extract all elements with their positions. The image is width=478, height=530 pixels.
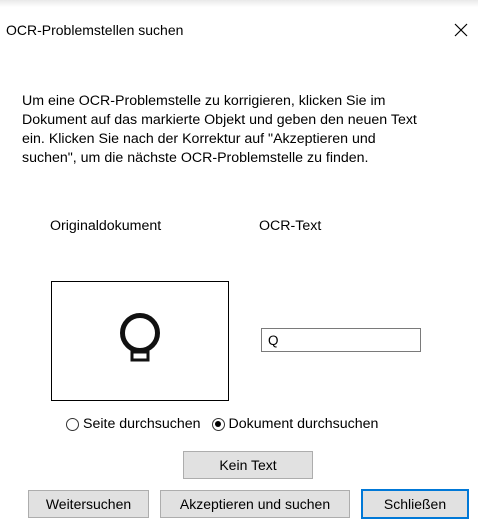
original-document-preview [51, 281, 229, 401]
radio-search-page[interactable]: Seite durchsuchen [66, 416, 201, 432]
close-button[interactable]: Schließen [361, 489, 469, 519]
lightbulb-glyph [120, 313, 160, 362]
no-text-button[interactable]: Kein Text [183, 451, 313, 479]
accept-and-search-button[interactable]: Akzeptieren und suchen [160, 490, 350, 518]
radio-search-document[interactable]: Dokument durchsuchen [211, 416, 379, 432]
radio-search-document-indicator[interactable] [211, 417, 225, 431]
radio-search-document-label: Dokument durchsuchen [228, 416, 379, 432]
original-document-label: Originaldokument [50, 218, 162, 234]
find-next-button[interactable]: Weitersuchen [28, 490, 149, 518]
close-icon[interactable] [450, 19, 472, 41]
window-top-edge [0, 0, 478, 7]
ocr-text-input[interactable] [261, 328, 421, 352]
instructions-text: Um eine OCR-Problemstelle zu korrigieren… [22, 93, 417, 166]
dialog-title: OCR-Problemstellen suchen [6, 22, 184, 38]
title-bar: OCR-Problemstellen suchen [0, 14, 478, 48]
ocr-text-label: OCR-Text [259, 218, 322, 234]
radio-search-page-label: Seite durchsuchen [83, 416, 201, 432]
search-scope-group: Seite durchsuchen Dokument durchsuchen [66, 414, 378, 434]
radio-search-page-indicator[interactable] [66, 417, 79, 431]
